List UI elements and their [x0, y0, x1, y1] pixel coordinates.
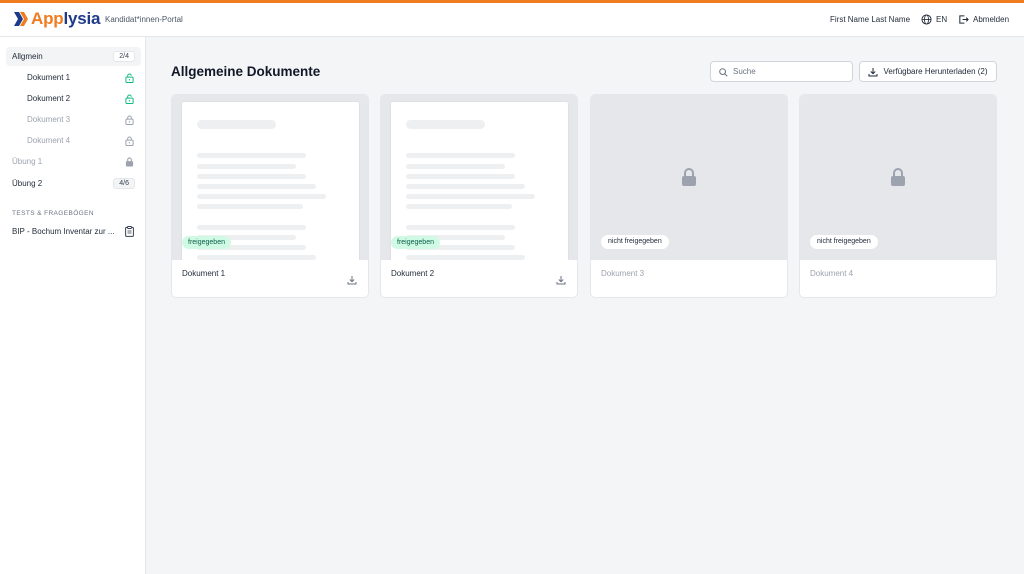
logo-text-lysia: lysia	[63, 9, 101, 28]
status-badge-not-released: nicht freigegeben	[810, 235, 878, 249]
logo-chevron-icon	[14, 12, 28, 26]
page-title: Allgemeine Dokumente	[171, 64, 321, 79]
logout-button[interactable]: Abmelden	[958, 13, 1009, 25]
document-card-2[interactable]: freigegeben Dokument 2	[380, 94, 578, 298]
sidebar-item-uebung-2[interactable]: Übung 2 4/6	[6, 174, 141, 193]
document-preview-locked: nicht freigegeben	[800, 95, 996, 260]
language-label: EN	[936, 14, 948, 24]
globe-icon	[921, 13, 932, 25]
sidebar-item-bip-test[interactable]: BIP - Bochum Inventar zur ...	[6, 222, 141, 241]
unlocked-icon	[125, 73, 134, 83]
sidebar-item-allgemein[interactable]: Allgmein 2/4	[6, 47, 141, 66]
language-switcher[interactable]: EN	[921, 13, 947, 25]
sidebar: Allgmein 2/4 Dokument 1 Dokument 2 Dokum…	[0, 37, 146, 574]
sidebar-item-dokument-2[interactable]: Dokument 2	[6, 89, 141, 108]
download-icon[interactable]	[556, 275, 566, 285]
portal-label: Kandidat*innen-Portal	[105, 15, 183, 24]
sidebar-item-dokument-1[interactable]: Dokument 1	[6, 68, 141, 87]
download-icon	[868, 67, 878, 76]
lock-outline-icon	[125, 136, 134, 146]
lock-outline-icon	[125, 115, 134, 125]
top-bar: App lysia Kandidat*innen-Portal First Nam…	[0, 0, 1024, 37]
lock-icon	[125, 157, 134, 167]
status-badge-released: freigegeben	[182, 236, 231, 249]
progress-badge: 2/4	[113, 51, 135, 62]
document-preview-locked: nicht freigegeben	[591, 95, 787, 260]
card-title: Dokument 2	[391, 269, 435, 278]
user-name[interactable]: First Name Last Name	[830, 15, 910, 24]
unlocked-icon	[125, 94, 134, 104]
logout-label: Abmelden	[973, 14, 1010, 24]
sidebar-item-dokument-4[interactable]: Dokument 4	[6, 131, 141, 150]
download-button-label: Verfügbare Herunterladen (2)	[883, 67, 988, 76]
card-title: Dokument 3	[601, 269, 645, 278]
document-preview: freigegeben	[172, 95, 368, 260]
sidebar-item-label: Dokument 2	[27, 94, 71, 103]
document-preview: freigegeben	[381, 95, 577, 260]
document-card-3[interactable]: nicht freigegeben Dokument 3	[590, 94, 788, 298]
download-available-button[interactable]: Verfügbare Herunterladen (2)	[859, 61, 997, 82]
lock-icon	[682, 168, 696, 186]
sidebar-item-label: Dokument 4	[27, 136, 71, 145]
document-card-1[interactable]: freigegeben Dokument 1	[171, 94, 369, 298]
sidebar-item-label: Allgmein	[12, 52, 43, 61]
sidebar-item-label: Dokument 3	[27, 115, 71, 124]
sidebar-item-dokument-3[interactable]: Dokument 3	[6, 110, 141, 129]
sidebar-item-label: Übung 2	[12, 179, 43, 188]
clipboard-icon	[125, 226, 134, 237]
card-title: Dokument 1	[182, 269, 226, 278]
sidebar-item-uebung-1[interactable]: Übung 1	[6, 152, 141, 171]
search-icon	[719, 68, 728, 77]
logo-text-app: App	[31, 9, 64, 28]
document-card-4[interactable]: nicht freigegeben Dokument 4	[799, 94, 997, 298]
status-badge-released: freigegeben	[391, 236, 440, 249]
logout-icon	[959, 14, 969, 24]
sidebar-item-label: Dokument 1	[27, 73, 71, 82]
search-field[interactable]	[710, 61, 853, 82]
lock-icon	[891, 168, 905, 186]
card-title: Dokument 4	[810, 269, 854, 278]
search-input[interactable]	[733, 65, 848, 78]
progress-badge: 4/6	[113, 178, 135, 189]
applysia-logo[interactable]: App lysia	[14, 8, 100, 30]
status-badge-not-released: nicht freigegeben	[601, 235, 669, 249]
section-title-tests: TESTS & FRAGEBÖGEN	[12, 210, 94, 217]
sidebar-item-label: BIP - Bochum Inventar zur ...	[12, 227, 115, 236]
download-icon[interactable]	[347, 275, 357, 285]
sidebar-item-label: Übung 1	[12, 157, 43, 166]
